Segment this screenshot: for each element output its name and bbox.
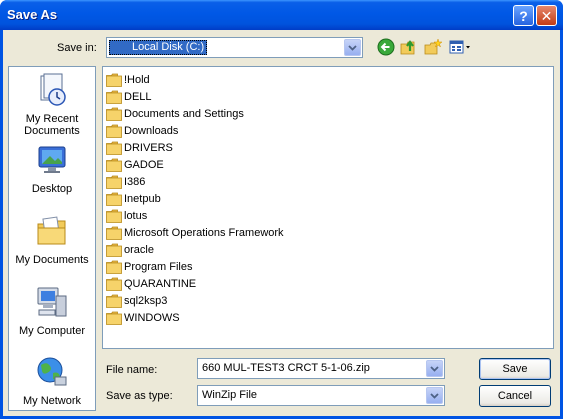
folder-item[interactable]: sql2ksp3	[106, 292, 167, 309]
title-bar[interactable]: Save As ? ✕	[0, 0, 563, 30]
folder-name: Microsoft Operations Framework	[124, 226, 284, 239]
folder-icon	[106, 124, 122, 138]
folder-name: Documents and Settings	[124, 107, 244, 120]
my-documents-icon	[37, 216, 66, 245]
new-folder-icon	[424, 38, 443, 55]
folder-name: Inetpub	[124, 192, 161, 205]
folder-item[interactable]: QUARANTINE	[106, 275, 196, 292]
folder-icon	[106, 158, 122, 172]
place-my-documents[interactable]: My Documents	[9, 214, 95, 266]
my-network-icon	[37, 357, 67, 386]
folder-icon	[106, 226, 122, 240]
folder-item[interactable]: Microsoft Operations Framework	[106, 224, 284, 241]
file-name-value: 660 MUL-TEST3 CRCT 5-1-06.zip	[202, 362, 370, 374]
place-desktop[interactable]: Desktop	[9, 143, 95, 195]
recent-documents-icon	[40, 73, 66, 106]
file-name-dropdown-button[interactable]	[426, 360, 443, 377]
save-in-label: Save in:	[57, 42, 97, 54]
folder-name: Downloads	[124, 124, 179, 137]
place-label: My Recent Documents	[24, 113, 80, 137]
chevron-down-icon	[430, 392, 439, 399]
file-name-field[interactable]: 660 MUL-TEST3 CRCT 5-1-06.zip	[197, 358, 445, 379]
place-label: My Computer	[18, 325, 86, 337]
folder-name: DRIVERS	[124, 141, 173, 154]
question-mark-icon: ?	[519, 7, 528, 24]
folder-icon	[106, 260, 122, 274]
folder-item[interactable]: I386	[106, 173, 145, 190]
place-my-network[interactable]: My Network	[9, 355, 95, 407]
folder-icon	[106, 209, 122, 223]
up-one-level-button[interactable]	[400, 38, 420, 58]
save-as-type-dropdown-button[interactable]	[426, 387, 443, 404]
folder-name: DELL	[124, 90, 152, 103]
cancel-button[interactable]: Cancel	[479, 385, 551, 407]
folder-item[interactable]: Program Files	[106, 258, 192, 275]
place-label: My Network	[22, 395, 82, 407]
folder-item[interactable]: GADOE	[106, 156, 164, 173]
folder-item[interactable]: WINDOWS	[106, 309, 180, 326]
save-as-type-select[interactable]: WinZip File	[197, 385, 445, 406]
save-as-dialog: Save As ? ✕ Save in: Local Disk (C:) My …	[0, 0, 563, 419]
window-title: Save As	[7, 7, 58, 22]
folder-icon	[106, 73, 122, 87]
folder-name: oracle	[124, 243, 154, 256]
save-in-combo[interactable]: Local Disk (C:)	[106, 37, 363, 58]
folder-name: WINDOWS	[124, 311, 180, 324]
folder-icon	[106, 90, 122, 104]
folder-item[interactable]: lotus	[106, 207, 147, 224]
place-label: Desktop	[31, 183, 73, 195]
folder-name: QUARANTINE	[124, 277, 197, 290]
folder-name: !Hold	[124, 73, 150, 86]
folder-icon	[106, 277, 122, 291]
folder-item[interactable]: !Hold	[106, 71, 150, 88]
new-folder-button[interactable]	[424, 38, 444, 58]
folder-item[interactable]: Documents and Settings	[106, 105, 244, 122]
save-as-type-label: Save as type:	[106, 390, 173, 402]
folder-item[interactable]: Inetpub	[106, 190, 161, 207]
help-button[interactable]: ?	[513, 5, 534, 26]
folder-item[interactable]: oracle	[106, 241, 154, 258]
close-icon: ✕	[540, 7, 553, 24]
back-button[interactable]	[377, 38, 397, 58]
folder-icon	[106, 243, 122, 257]
folder-icon	[106, 192, 122, 206]
place-my-computer[interactable]: My Computer	[9, 285, 95, 337]
folder-up-icon	[400, 40, 415, 55]
folder-item[interactable]: DELL	[106, 88, 152, 105]
folder-name: I386	[124, 175, 146, 188]
folder-name: Program Files	[124, 260, 193, 273]
folder-name: lotus	[124, 209, 148, 222]
back-arrow-icon	[377, 38, 395, 56]
folder-icon	[106, 175, 122, 189]
save-in-dropdown-button[interactable]	[344, 39, 361, 56]
folder-name: sql2ksp3	[124, 294, 168, 307]
desktop-icon	[38, 146, 66, 173]
my-computer-icon	[37, 287, 67, 317]
place-my-recent-documents[interactable]: My Recent Documents	[9, 73, 95, 137]
file-name-label: File name:	[106, 364, 158, 376]
close-button[interactable]: ✕	[536, 5, 557, 26]
folder-name: GADOE	[124, 158, 164, 171]
folder-icon	[106, 311, 122, 325]
folder-icon	[106, 107, 122, 121]
chevron-down-icon	[430, 365, 439, 372]
save-in-value: Local Disk (C:)	[109, 40, 208, 55]
folder-item[interactable]: DRIVERS	[106, 139, 173, 156]
folder-icon	[106, 294, 122, 308]
dialog-body: Save in: Local Disk (C:) My Recent Docum…	[3, 30, 560, 416]
places-bar: My Recent Documents Desktop My Documents…	[8, 66, 96, 411]
place-label: My Documents	[15, 254, 89, 266]
views-menu-button[interactable]	[449, 38, 473, 58]
views-icon	[449, 40, 470, 54]
save-button[interactable]: Save	[479, 358, 551, 380]
save-as-type-value: WinZip File	[202, 389, 258, 401]
folder-item[interactable]: Downloads	[106, 122, 178, 139]
chevron-down-icon	[348, 44, 357, 51]
file-list[interactable]: !Hold DELL Documents and Settings Downloads…	[102, 66, 554, 349]
folder-icon	[106, 141, 122, 155]
